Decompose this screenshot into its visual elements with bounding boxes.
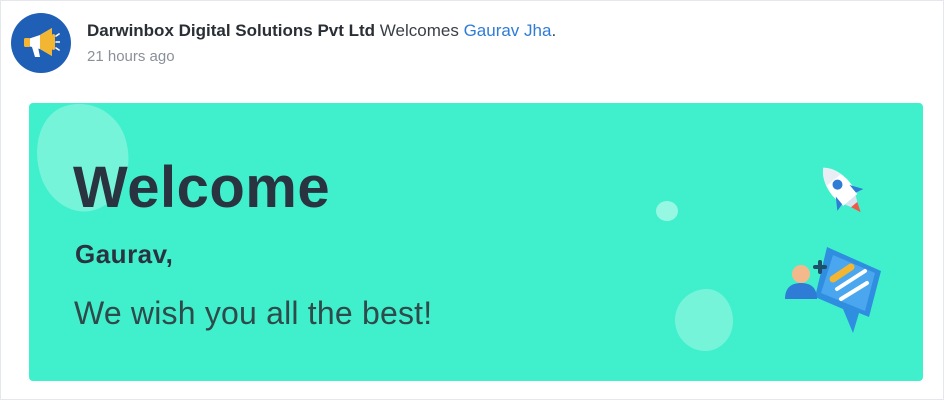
rocket-icon xyxy=(822,167,864,213)
greeting-name: Gaurav, xyxy=(75,239,174,269)
decorative-dot xyxy=(656,201,678,221)
company-avatar[interactable] xyxy=(11,13,71,73)
trailing-punctuation: . xyxy=(551,21,557,40)
post-headline: Darwinbox Digital Solutions Pvt Ltd Welc… xyxy=(87,19,556,43)
welcome-banner: Welcome Gaurav, We wish you all the best… xyxy=(29,103,923,381)
post-header-text: Darwinbox Digital Solutions Pvt Ltd Welc… xyxy=(87,19,556,65)
employee-name-link[interactable]: Gaurav Jha xyxy=(464,21,552,40)
welcome-post-card: Darwinbox Digital Solutions Pvt Ltd Welc… xyxy=(0,0,944,400)
action-text: Welcomes xyxy=(375,21,464,40)
company-name[interactable]: Darwinbox Digital Solutions Pvt Ltd xyxy=(87,21,375,40)
decorative-blob xyxy=(675,289,733,351)
post-timestamp: 21 hours ago xyxy=(87,48,175,65)
megaphone-icon xyxy=(24,28,60,57)
add-team-member-icon xyxy=(785,247,881,333)
greeting-message: We wish you all the best! xyxy=(74,295,433,331)
banner-title: Welcome xyxy=(73,155,331,220)
